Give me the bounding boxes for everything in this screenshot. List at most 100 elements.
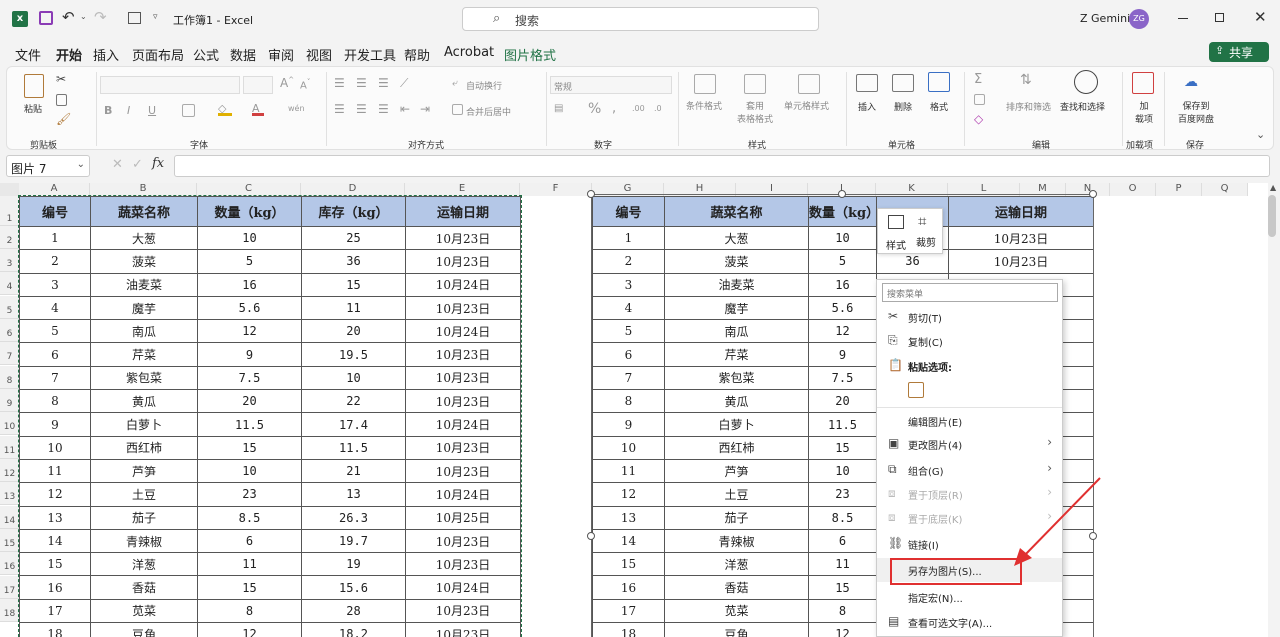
row-header[interactable]: 1 <box>0 196 19 226</box>
table-cell[interactable]: 黄瓜 <box>90 389 198 414</box>
table-cell[interactable]: 油麦菜 <box>664 272 809 297</box>
menu-item-edit-picture[interactable]: 编辑图片(E) <box>877 409 1062 433</box>
table-cell[interactable]: 13 <box>301 482 406 507</box>
table-cell[interactable]: 8.5 <box>197 505 302 530</box>
table-cell[interactable]: 白萝卜 <box>90 412 198 437</box>
table-cell[interactable]: 10月23日 <box>405 435 521 460</box>
customize-qat-icon[interactable]: ▿ <box>153 12 158 22</box>
addin-icon[interactable] <box>1132 72 1154 94</box>
scrollbar-track[interactable]: ▲ <box>1268 183 1280 637</box>
table-cell[interactable]: 9 <box>592 412 665 437</box>
table-cell[interactable]: 13 <box>19 505 91 530</box>
table-cell[interactable]: 6 <box>197 528 302 554</box>
header-cell[interactable]: 蔬菜名称 <box>90 196 198 227</box>
row-header[interactable]: 10 <box>0 412 19 436</box>
restore-icon[interactable] <box>1215 13 1224 22</box>
table-cell[interactable]: 5.6 <box>808 295 877 321</box>
tab-home[interactable]: 开始 <box>56 45 83 71</box>
table-cell[interactable]: 7 <box>19 365 91 391</box>
row-header[interactable]: 6 <box>0 319 19 343</box>
table-cell[interactable]: 6 <box>592 342 665 367</box>
row-header[interactable]: 13 <box>0 482 19 506</box>
table-cell[interactable]: 南瓜 <box>90 319 198 344</box>
table-cell[interactable]: 16 <box>197 272 302 297</box>
formula-input[interactable] <box>174 155 1270 177</box>
table-cell[interactable]: 10月23日 <box>405 598 521 624</box>
table-cell[interactable]: 2 <box>592 249 665 274</box>
avatar[interactable]: ZG <box>1129 9 1149 29</box>
col-header-d[interactable]: D <box>301 183 405 196</box>
tab-developer[interactable]: 开发工具 <box>344 45 396 64</box>
table-cell[interactable]: 11.5 <box>301 435 406 460</box>
table-cell[interactable]: 10月23日 <box>405 389 521 414</box>
row-header[interactable]: 18 <box>0 599 19 623</box>
table-cell[interactable]: 10月23日 <box>405 552 521 577</box>
table-cell[interactable]: 16 <box>592 575 665 600</box>
table-cell[interactable]: 10 <box>197 225 302 251</box>
row-header[interactable]: 16 <box>0 552 19 576</box>
table-cell[interactable]: 10月23日 <box>405 225 521 251</box>
tab-view[interactable]: 视图 <box>306 45 332 64</box>
table-cell[interactable]: 大葱 <box>664 225 809 251</box>
table-cell[interactable]: 21 <box>301 458 406 484</box>
table-cell[interactable]: 1 <box>592 225 665 251</box>
table-cell[interactable]: 19 <box>301 552 406 577</box>
table-cell[interactable]: 8 <box>808 598 877 624</box>
table-cell[interactable]: 16 <box>808 272 877 297</box>
search-box[interactable]: ⌕ 搜索 <box>462 7 819 31</box>
form-icon[interactable] <box>128 12 141 24</box>
collapse-ribbon-icon[interactable]: ⌄ <box>1256 128 1265 141</box>
table-cell[interactable]: 香菇 <box>90 575 198 600</box>
table-cell[interactable]: 7.5 <box>197 365 302 391</box>
table-cell[interactable]: 南瓜 <box>664 319 809 344</box>
col-header-n[interactable]: N <box>1066 183 1110 196</box>
row-header[interactable]: 8 <box>0 366 19 390</box>
scroll-up-icon[interactable]: ▲ <box>1270 183 1276 192</box>
delete-cells-icon[interactable] <box>892 74 914 92</box>
table-cell[interactable]: 10月25日 <box>405 505 521 530</box>
table-cell[interactable]: 芦笋 <box>90 458 198 484</box>
table-cell[interactable]: 魔芋 <box>90 295 198 321</box>
col-header-p[interactable]: P <box>1156 183 1202 196</box>
select-all-corner[interactable] <box>0 183 19 196</box>
paste-button[interactable]: 粘贴 <box>20 72 50 122</box>
table-cell[interactable]: 20 <box>197 389 302 414</box>
table-cell[interactable]: 菠菜 <box>664 249 809 274</box>
format-cells-icon[interactable] <box>928 72 950 92</box>
tab-insert[interactable]: 插入 <box>93 45 119 64</box>
table-cell[interactable]: 9 <box>197 342 302 367</box>
header-cell[interactable]: 数量（kg） <box>808 196 879 227</box>
table-cell[interactable]: 5 <box>197 249 302 274</box>
table-cell[interactable]: 12 <box>592 482 665 507</box>
resize-handle[interactable] <box>1089 190 1097 198</box>
resize-handle[interactable] <box>587 532 595 540</box>
header-cell[interactable]: 编号 <box>19 196 91 227</box>
table-cell[interactable]: 青辣椒 <box>664 528 809 554</box>
table-cell[interactable]: 18.2 <box>301 622 406 637</box>
header-cell[interactable]: 数量（kg） <box>197 196 302 227</box>
table-cell[interactable]: 3 <box>19 272 91 297</box>
table-cell[interactable]: 紫包菜 <box>664 365 809 391</box>
header-cell[interactable]: 编号 <box>592 196 665 227</box>
table-cell[interactable]: 5 <box>808 249 877 274</box>
table-cell[interactable]: 10月24日 <box>405 272 521 297</box>
col-header-c[interactable]: C <box>197 183 301 196</box>
table-cell[interactable]: 5 <box>592 319 665 344</box>
share-button[interactable]: ⇪ 共享 <box>1209 42 1269 62</box>
format-painter-icon[interactable]: 🖌 <box>56 112 71 126</box>
undo-icon[interactable]: ↶ <box>62 8 75 26</box>
tab-file[interactable]: 文件 <box>15 45 41 64</box>
table-cell[interactable]: 19.5 <box>301 342 406 367</box>
table-cell[interactable]: 9 <box>19 412 91 437</box>
table-cell[interactable]: 4 <box>592 295 665 321</box>
table-cell[interactable]: 11.5 <box>197 412 302 437</box>
table-cell[interactable]: 菠菜 <box>90 249 198 274</box>
format-label[interactable]: 格式 <box>930 100 948 113</box>
table-cell[interactable]: 14 <box>19 528 91 554</box>
table-cell[interactable]: 豆角 <box>90 622 198 637</box>
table-cell[interactable]: 23 <box>197 482 302 507</box>
cut-icon[interactable]: ✂ <box>56 72 66 86</box>
table-cell[interactable]: 8 <box>592 389 665 414</box>
table-cell[interactable]: 18 <box>19 622 91 637</box>
table-cell[interactable]: 西红柿 <box>90 435 198 460</box>
